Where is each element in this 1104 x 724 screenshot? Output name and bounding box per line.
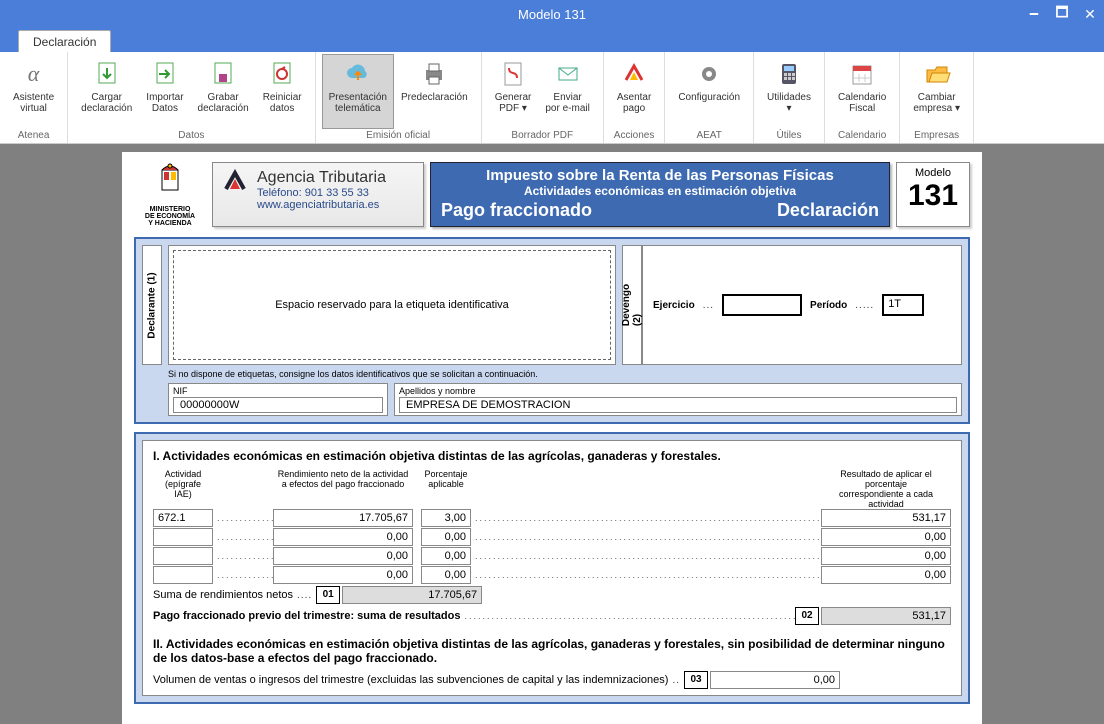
enviar-email-button[interactable]: Enviar por e-mail [538, 54, 596, 129]
tabstrip: Declaración [0, 28, 1104, 52]
devengo-box: Ejercicio... Período..... 1T [642, 245, 962, 365]
maximize-button[interactable]: 🗖 [1048, 0, 1076, 28]
import-icon [149, 58, 181, 90]
agencia-banner: Agencia Tributaria Teléfono: 901 33 55 3… [212, 162, 424, 227]
rendimiento-cell[interactable]: 0,00 [273, 566, 413, 584]
gear-icon [693, 58, 725, 90]
workspace[interactable]: MINISTERIO DE ECONOMÍA Y HACIENDA Agenci… [0, 144, 1104, 724]
agencia-logo-icon [223, 169, 247, 193]
folder-open-icon [921, 58, 953, 90]
actividad-cell[interactable]: 672.1 [153, 509, 213, 527]
cloud-upload-icon [342, 58, 374, 90]
cambiar-empresa-button[interactable]: Cambiar empresa ▾ [906, 54, 967, 129]
actividad-cell[interactable] [153, 528, 213, 546]
predeclaracion-button[interactable]: Predeclaración [394, 54, 475, 129]
section2-title: II. Actividades económicas en estimación… [153, 637, 951, 665]
nombre-field[interactable]: Apellidos y nombre EMPRESA DE DEMOSTRACI… [394, 383, 962, 416]
tab-declaracion[interactable]: Declaración [18, 30, 111, 52]
actividad-cell[interactable] [153, 547, 213, 565]
coat-of-arms-icon [134, 162, 206, 204]
model-box: Modelo 131 [896, 162, 970, 227]
calendar-icon [846, 58, 878, 90]
box-01: 01 [316, 586, 340, 604]
porcentaje-cell[interactable]: 0,00 [421, 566, 471, 584]
box-02: 02 [795, 607, 819, 625]
save-doc-icon [207, 58, 239, 90]
window-title: Modelo 131 [518, 7, 586, 22]
activity-row: .....................0,000,00...........… [153, 528, 951, 546]
alpha-icon: α [18, 58, 50, 90]
ejercicio-input[interactable] [722, 294, 802, 316]
rendimiento-cell[interactable]: 17.705,67 [273, 509, 413, 527]
configuracion-button[interactable]: Configuración [671, 54, 747, 129]
rendimiento-cell[interactable]: 0,00 [273, 547, 413, 565]
close-button[interactable]: ✕ [1076, 0, 1104, 28]
calculator-icon [773, 58, 805, 90]
calendario-fiscal-button[interactable]: Calendario Fiscal [831, 54, 893, 129]
section1-title: I. Actividades económicas en estimación … [153, 449, 951, 463]
cargar-declaracion-button[interactable]: Cargar declaración [74, 54, 139, 129]
grabar-declaracion-button[interactable]: Grabar declaración [191, 54, 256, 129]
activity-row: .....................0,000,00...........… [153, 547, 951, 565]
volumen-val[interactable]: 0,00 [710, 671, 840, 689]
actividad-cell[interactable] [153, 566, 213, 584]
reset-icon [266, 58, 298, 90]
titlebar: Modelo 131 🗕 🗖 ✕ [0, 0, 1104, 28]
minimize-button[interactable]: 🗕 [1020, 0, 1048, 28]
pago-fraccionado-val: 531,17 [821, 607, 951, 625]
asentar-pago-button[interactable]: Asentar pago [610, 54, 658, 129]
suma-rendimientos: 17.705,67 [342, 586, 482, 604]
porcentaje-cell[interactable]: 0,00 [421, 528, 471, 546]
etiqueta-box: Espacio reservado para la etiqueta ident… [168, 245, 616, 365]
presentacion-telematica-button[interactable]: Presentación telemática [322, 54, 394, 129]
generar-pdf-button[interactable]: Generar PDF ▾ [488, 54, 539, 129]
declarante-side-label: Declarante (1) [142, 245, 162, 365]
pdf-icon [497, 58, 529, 90]
utilidades-button[interactable]: Utilidades ▾ [760, 54, 818, 129]
form-page: MINISTERIO DE ECONOMÍA Y HACIENDA Agenci… [122, 152, 982, 724]
ribbon: α Asistente virtual Atenea Cargar declar… [0, 52, 1104, 144]
ministry-crest: MINISTERIO DE ECONOMÍA Y HACIENDA [134, 162, 206, 227]
printer-icon [418, 58, 450, 90]
activity-row: .....................0,000,00...........… [153, 566, 951, 584]
etiqueta-note: Si no dispone de etiquetas, consigne los… [168, 369, 962, 379]
activity-row: 672.1.....................17.705,673,00.… [153, 509, 951, 527]
load-doc-icon [91, 58, 123, 90]
resultado-cell[interactable]: 0,00 [821, 566, 951, 584]
reiniciar-datos-button[interactable]: Reiniciar datos [256, 54, 309, 129]
periodo-input[interactable]: 1T [882, 294, 924, 316]
blue-header: Impuesto sobre la Renta de las Personas … [430, 162, 890, 227]
importar-datos-button[interactable]: Importar Datos [139, 54, 190, 129]
box-03: 03 [684, 671, 708, 689]
porcentaje-cell[interactable]: 0,00 [421, 547, 471, 565]
resultado-cell[interactable]: 0,00 [821, 547, 951, 565]
nif-field[interactable]: NIF 00000000W [168, 383, 388, 416]
email-icon [552, 58, 584, 90]
resultado-cell[interactable]: 0,00 [821, 528, 951, 546]
aeat-logo-icon [618, 58, 650, 90]
asistente-virtual-button[interactable]: α Asistente virtual [6, 54, 61, 129]
rendimiento-cell[interactable]: 0,00 [273, 528, 413, 546]
devengo-side-label: Devengo (2) [622, 245, 642, 365]
resultado-cell[interactable]: 531,17 [821, 509, 951, 527]
porcentaje-cell[interactable]: 3,00 [421, 509, 471, 527]
